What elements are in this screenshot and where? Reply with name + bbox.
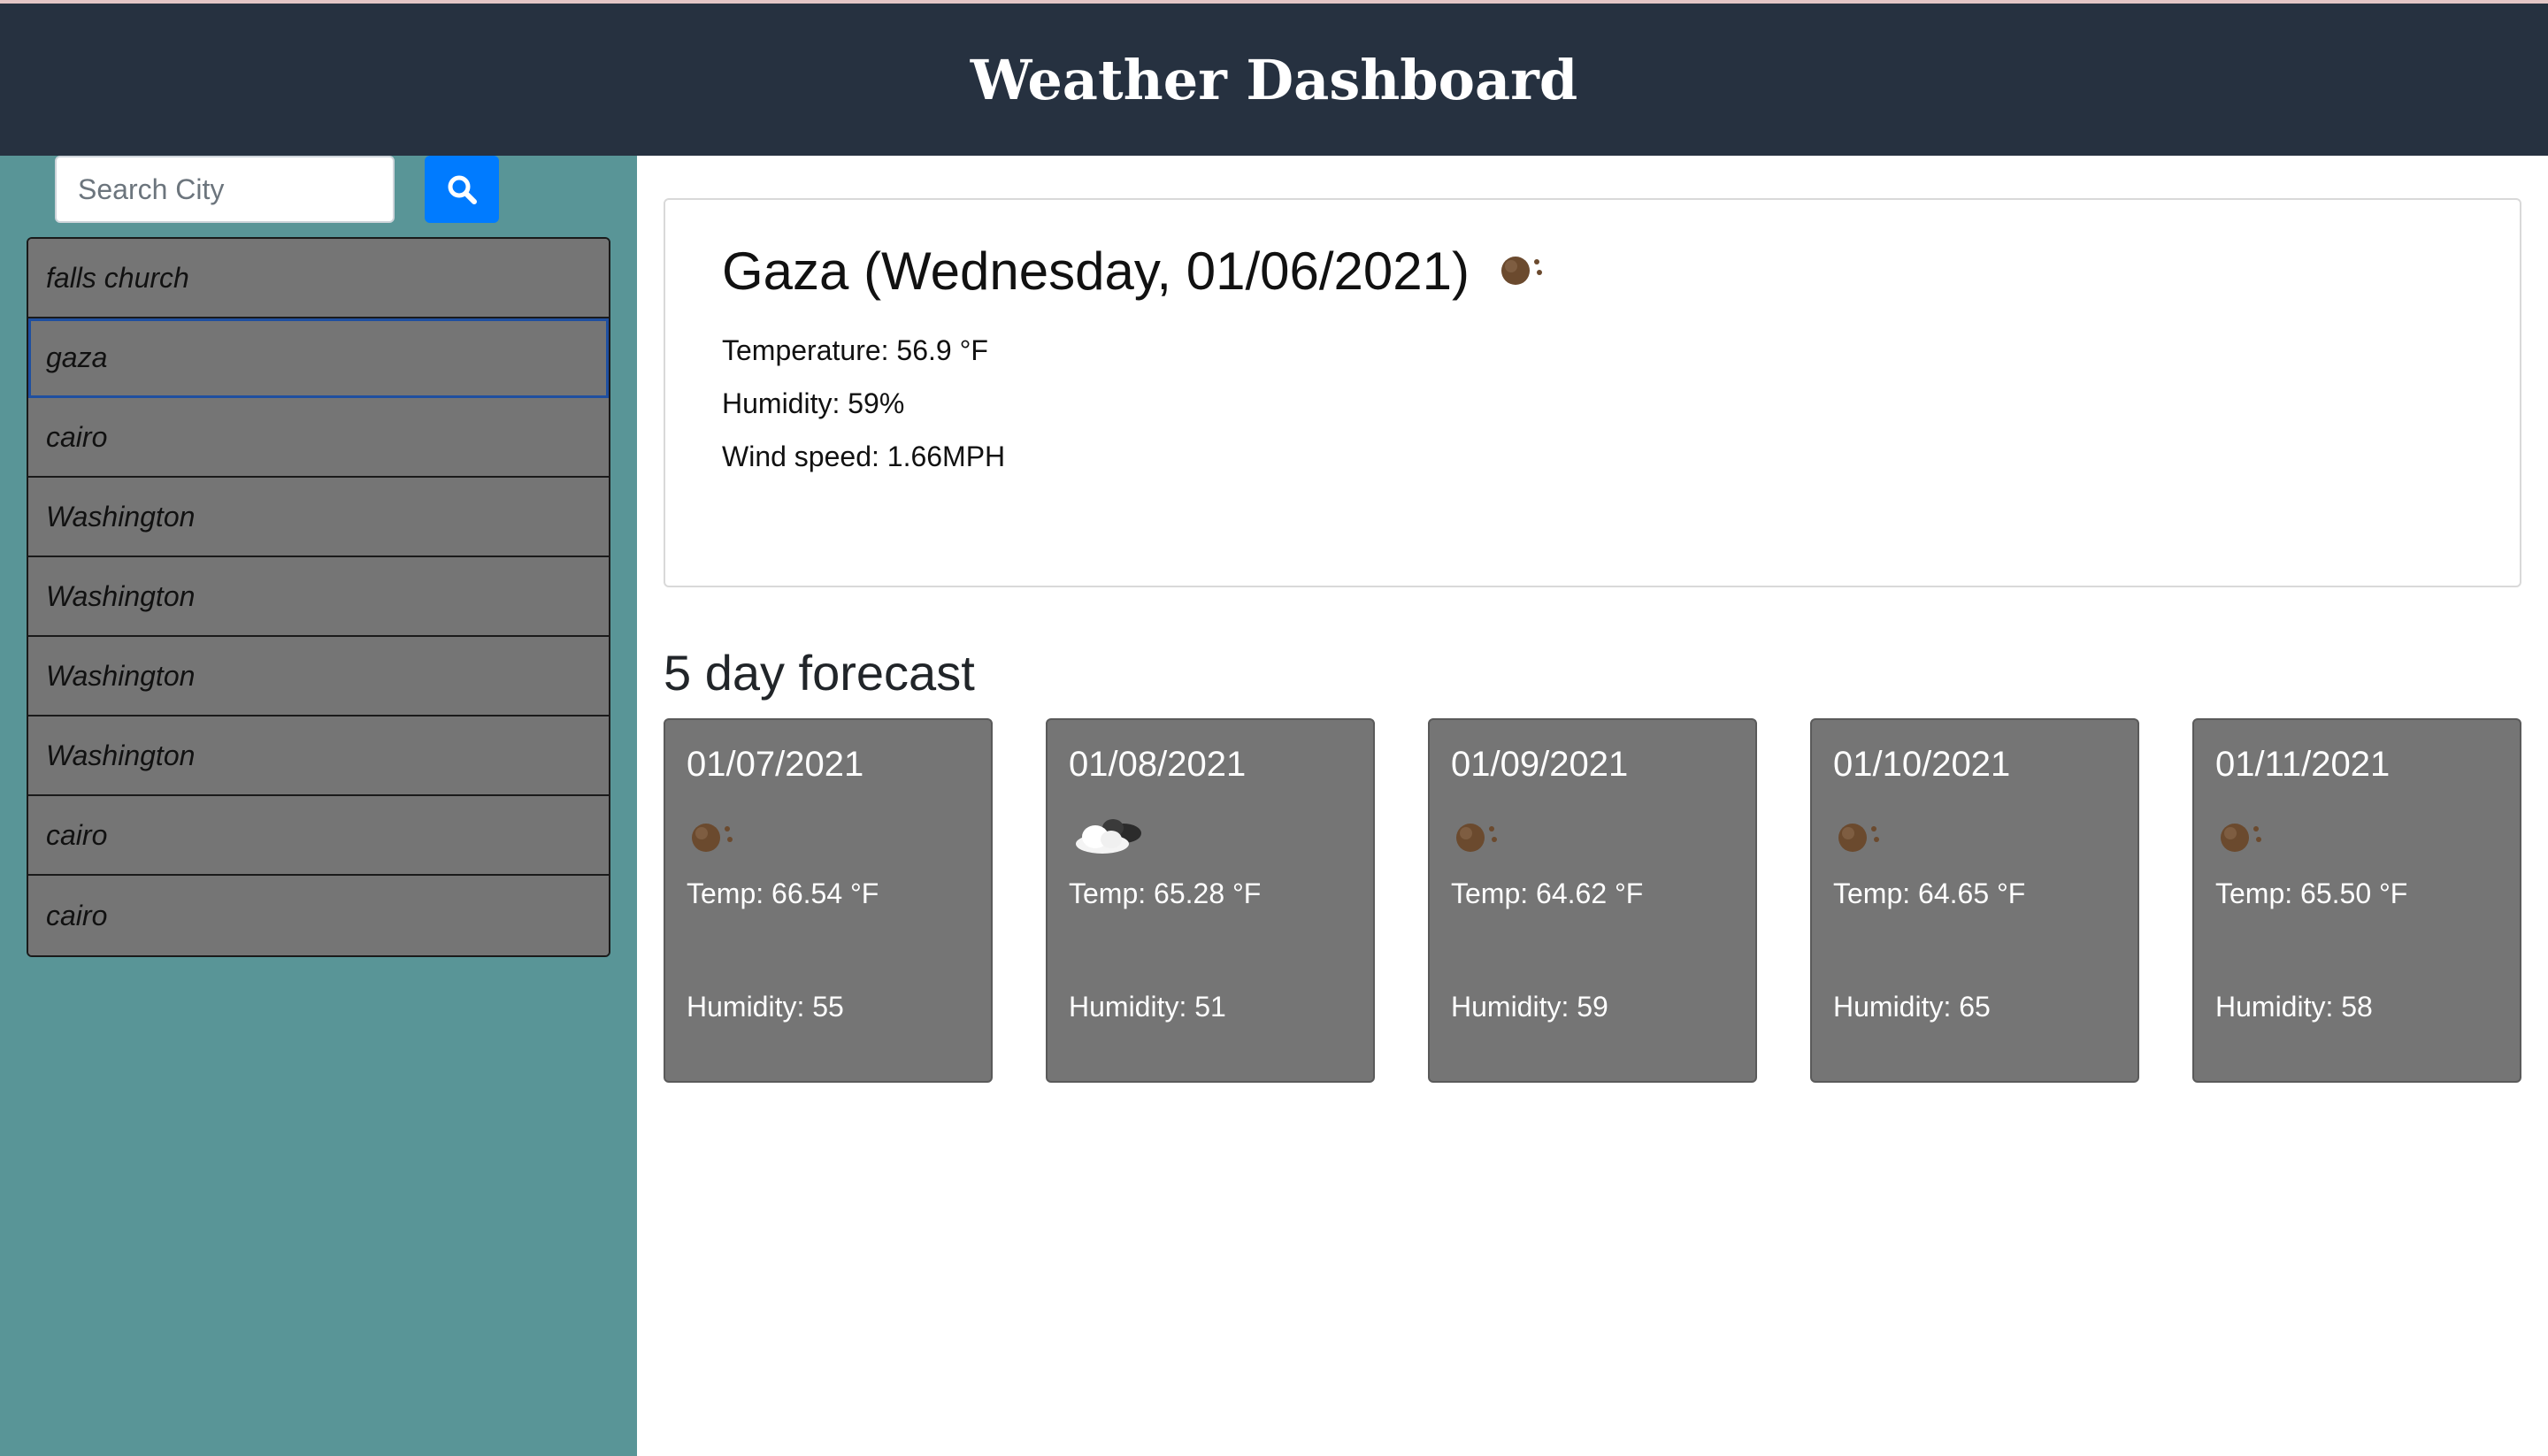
forecast-date: 01/09/2021 xyxy=(1451,745,1629,784)
current-city-date: Gaza (Wednesday, 01/06/2021) xyxy=(722,241,1470,301)
forecast-date: 01/08/2021 xyxy=(1069,745,1247,784)
sidebar: falls church gaza cairo Washington Washi… xyxy=(0,156,637,1456)
page-title: Weather Dashboard xyxy=(970,47,1578,112)
history-item[interactable]: Washington xyxy=(28,557,609,637)
history-item[interactable]: Washington xyxy=(28,717,609,796)
history-item[interactable]: cairo xyxy=(28,876,609,955)
forecast-temp: Temp: 65.50 °F xyxy=(2215,877,2408,909)
history-item[interactable]: gaza xyxy=(28,318,609,398)
search-button[interactable] xyxy=(425,156,499,223)
forecast-card: 01/09/2021 Temp: 64.62 °F Humidity: 59 xyxy=(1428,718,1757,1083)
forecast-card: 01/08/2021 Temp: 65.28 °F Humidity: 51 xyxy=(1046,718,1375,1083)
history-item[interactable]: Washington xyxy=(28,637,609,717)
forecast-date: 01/11/2021 xyxy=(2215,745,2391,784)
current-temperature: Temperature: 56.9 °F xyxy=(722,334,988,366)
forecast-date: 01/07/2021 xyxy=(687,745,864,784)
forecast-heading: 5 day forecast xyxy=(664,645,975,701)
forecast-card: 01/10/2021 Temp: 64.65 °F Humidity: 65 xyxy=(1810,718,2139,1083)
current-wind-speed: Wind speed: 1.66MPH xyxy=(722,441,1006,472)
current-humidity: Humidity: 59% xyxy=(722,387,905,419)
app-header: Weather Dashboard xyxy=(0,4,2548,156)
forecast-date: 01/10/2021 xyxy=(1833,745,2011,784)
history-item[interactable]: cairo xyxy=(28,398,609,478)
forecast-temp: Temp: 66.54 °F xyxy=(687,877,879,909)
clear-night-icon xyxy=(2215,816,2268,861)
history-item[interactable]: Washington xyxy=(28,478,609,557)
current-weather-title: Gaza (Wednesday, 01/06/2021) xyxy=(722,241,1549,302)
clear-night-icon xyxy=(1833,816,1886,861)
history-item[interactable]: falls church xyxy=(28,239,609,318)
cloudy-night-icon xyxy=(1069,816,1148,861)
forecast-humidity: Humidity: 65 xyxy=(1833,991,1991,1023)
search-input[interactable] xyxy=(55,156,395,223)
forecast-card: 01/11/2021 Temp: 65.50 °F Humidity: 58 xyxy=(2192,718,2521,1083)
search-icon xyxy=(448,175,477,204)
clear-night-icon xyxy=(687,816,740,861)
forecast-humidity: Humidity: 51 xyxy=(1069,991,1226,1023)
main-content: Gaza (Wednesday, 01/06/2021) Temperature… xyxy=(637,156,2548,1456)
clear-night-icon xyxy=(1451,816,1504,861)
current-weather-card: Gaza (Wednesday, 01/06/2021) Temperature… xyxy=(664,198,2521,587)
history-item[interactable]: cairo xyxy=(28,796,609,876)
forecast-temp: Temp: 64.65 °F xyxy=(1833,877,2026,909)
forecast-temp: Temp: 64.62 °F xyxy=(1451,877,1644,909)
forecast-temp: Temp: 65.28 °F xyxy=(1069,877,1262,909)
forecast-card: 01/07/2021 Temp: 66.54 °F Humidity: 55 xyxy=(664,718,993,1083)
search-history-list: falls church gaza cairo Washington Washi… xyxy=(27,237,610,957)
forecast-humidity: Humidity: 59 xyxy=(1451,991,1608,1023)
forecast-humidity: Humidity: 58 xyxy=(2215,991,2373,1023)
clear-night-icon xyxy=(1496,241,1549,302)
forecast-humidity: Humidity: 55 xyxy=(687,991,844,1023)
